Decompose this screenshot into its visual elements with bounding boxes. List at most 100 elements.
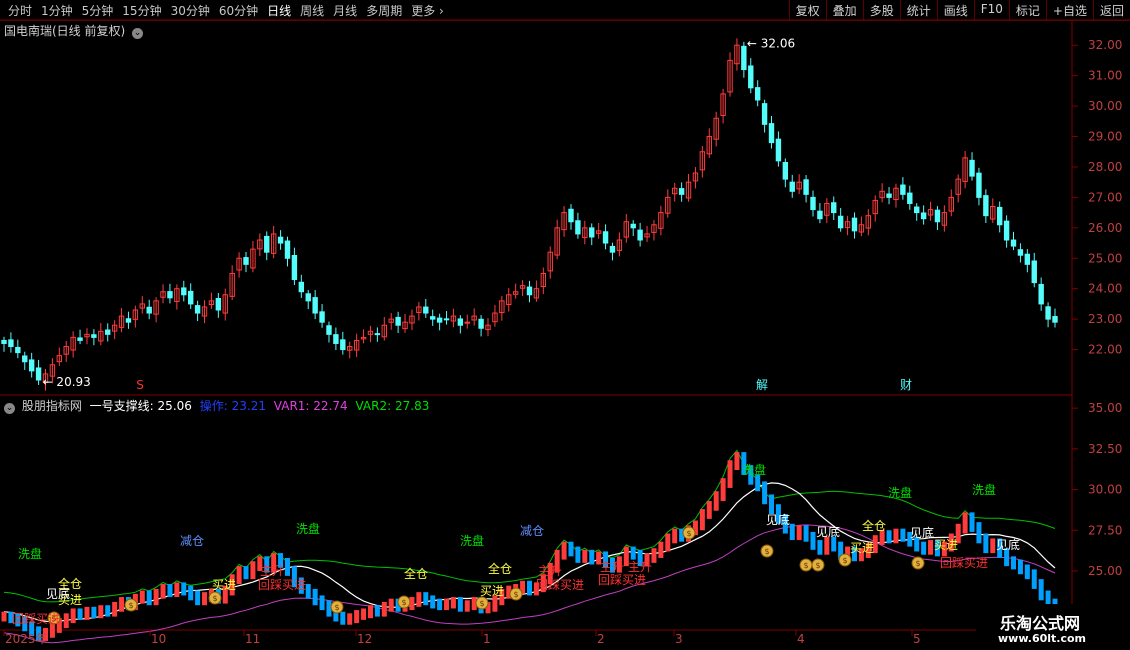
indicator-tick-label: 27.50 (1088, 523, 1122, 537)
signal-label: 减仓 (520, 524, 545, 538)
candle-body (326, 325, 332, 335)
candle-body (630, 223, 636, 229)
indicator-bar (1024, 564, 1030, 580)
candle-body (187, 290, 194, 305)
indicator-bar (146, 590, 152, 606)
candle-body (305, 293, 311, 302)
indicator-bar (1011, 556, 1017, 570)
support-line-value: 25.06 (157, 399, 192, 413)
indicator-bar (817, 540, 823, 555)
money-bag-glyph: $ (513, 590, 518, 599)
chart-title: 国电南瑞(日线 前复权) ⌄ (4, 22, 144, 39)
candle-body (1038, 283, 1044, 305)
candle-body (817, 210, 823, 220)
chevron-down-icon[interactable]: ⌄ (4, 403, 15, 414)
candle-body (215, 297, 222, 311)
signal-label: 回踩买进 (258, 578, 307, 592)
indicator-bar (658, 541, 664, 558)
candle-body (243, 257, 249, 265)
price-tick-label: 30.00 (1088, 99, 1122, 113)
indicator-tick-label: 25.00 (1088, 564, 1122, 578)
signal-label: 全仓 (404, 567, 429, 581)
indicator-name[interactable]: 股朋指标网 (22, 399, 82, 413)
var2-label: VAR2: (355, 399, 392, 413)
money-bag-glyph: $ (401, 598, 406, 607)
date-label: 11 (245, 632, 260, 646)
watermark-title: 乐淘公式网 (1000, 614, 1081, 633)
date-label: 2 (597, 632, 605, 646)
indicator-bar (367, 605, 373, 619)
candle-body (464, 321, 470, 324)
indicator-bar (527, 580, 532, 596)
low-price-label: ← 20.93 (43, 375, 91, 389)
indicator-tick-label: 32.50 (1088, 442, 1122, 456)
date-label: 4 (797, 632, 805, 646)
signal-label: 回踩买进 (940, 556, 989, 570)
signal-label: 洗盘 (296, 522, 321, 536)
indicator-bar (803, 525, 809, 542)
candle-body (125, 318, 132, 323)
candle-body (900, 184, 906, 195)
indicator-tick-label: 35.00 (1088, 401, 1122, 415)
money-bag-glyph: $ (479, 599, 484, 608)
indicator-bar (734, 452, 740, 471)
indicator-bar (672, 528, 678, 544)
kline-chart[interactable]: 32.00 31.00 30.00 29.00 28.00 27.00 26.00 25.00… (0, 0, 1130, 650)
price-tick-label: 29.00 (1088, 130, 1122, 144)
indicator-tick-label: 30.00 (1088, 483, 1122, 497)
indicator-bar (119, 597, 125, 612)
candle-body (526, 286, 533, 296)
candle-body (28, 359, 35, 372)
indicator-bar (575, 546, 581, 563)
signal-label: 回踩买进 (12, 612, 61, 626)
money-bag-glyph: $ (212, 594, 217, 603)
signal-label: 洗盘 (18, 547, 43, 561)
candle-body (914, 206, 920, 214)
indicator-bar (886, 530, 892, 544)
candle-body (575, 220, 581, 235)
var1-value: 22.74 (313, 399, 348, 413)
indicator-bar (665, 533, 671, 552)
signal-label: 买进 (212, 578, 237, 592)
indicator-bar (921, 541, 927, 555)
money-bag-glyph: $ (686, 529, 691, 538)
candle-body (1003, 220, 1010, 241)
chevron-down-icon[interactable]: ⌄ (132, 28, 144, 39)
candle-body (478, 318, 484, 329)
candle-body (298, 281, 305, 293)
candle-body (395, 316, 401, 326)
candle-body (1045, 306, 1051, 320)
candle-body (1010, 239, 1017, 247)
price-tick-label: 28.00 (1088, 160, 1122, 174)
indicator-bar (589, 549, 595, 565)
candle-body (678, 188, 685, 195)
candle-body (886, 193, 892, 198)
signal-label: 全仓 (488, 562, 513, 576)
indicator-bar (450, 597, 456, 609)
candle-body (374, 333, 381, 336)
indicator-bar (167, 584, 173, 598)
indicator-bar (105, 605, 111, 617)
candle-body (831, 202, 837, 214)
indicator-bar (1038, 579, 1044, 601)
signal-label: 回踩买进 (536, 578, 585, 592)
high-price-label: ← 32.06 (747, 36, 795, 50)
date-label: 12 (357, 632, 372, 646)
price-tick-label: 22.00 (1088, 343, 1122, 357)
indicator-bar (312, 588, 318, 606)
indicator-bar (305, 584, 311, 599)
indicator-bar (990, 538, 996, 554)
indicator-bar (928, 540, 934, 555)
candle-body (602, 231, 609, 244)
indicator-bar (762, 481, 768, 505)
indicator-bar (374, 605, 380, 617)
candle-body (1017, 249, 1024, 256)
indicator-bar (174, 582, 180, 598)
event-marker: S (136, 378, 144, 392)
candle-body (741, 45, 747, 71)
price-tick-label: 25.00 (1088, 251, 1122, 265)
price-tick-label: 23.00 (1088, 312, 1122, 326)
signal-label: 见底 (996, 538, 1021, 552)
indicator-bar (347, 613, 353, 625)
candle-body (1031, 260, 1037, 284)
